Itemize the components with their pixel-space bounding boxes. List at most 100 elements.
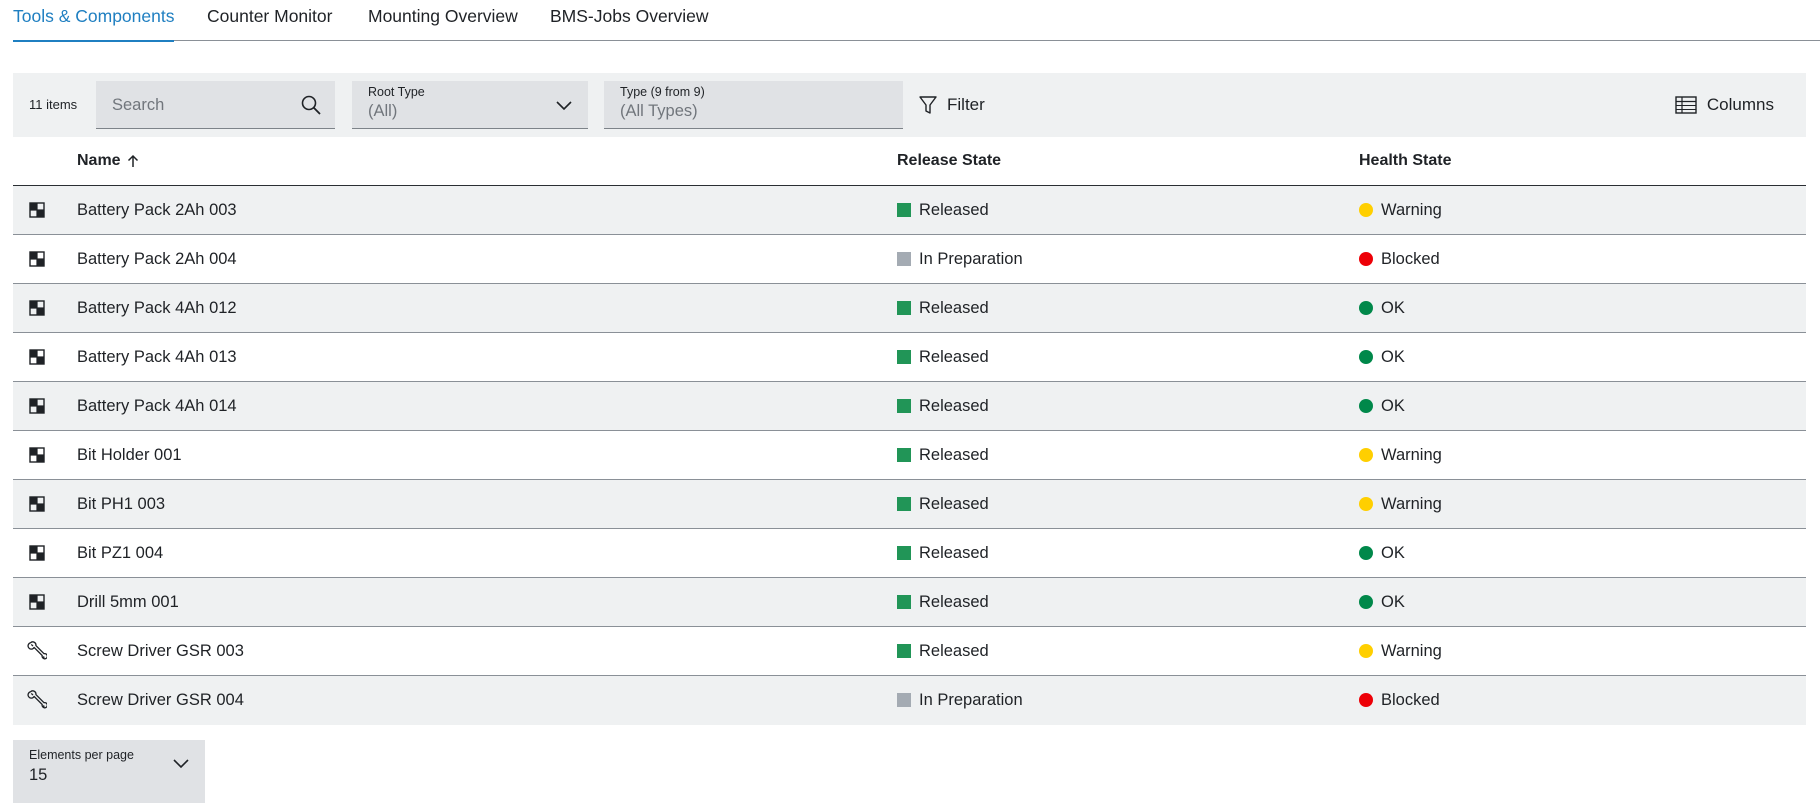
health-state: Blocked — [1359, 235, 1440, 283]
release-state: Released — [897, 382, 989, 430]
component-icon — [27, 235, 47, 283]
filter-button[interactable]: Filter — [919, 81, 985, 129]
row-name: Bit Holder 001 — [77, 445, 182, 464]
row-name: Screw Driver GSR 004 — [77, 690, 244, 709]
release-state: Released — [897, 480, 989, 528]
columns-button[interactable]: Columns — [1675, 81, 1774, 129]
health-state-label: OK — [1381, 347, 1405, 366]
release-state: Released — [897, 431, 989, 479]
table-row[interactable]: Bit Holder 001 Released Warning — [13, 431, 1806, 480]
root-type-value: (All) — [368, 102, 398, 120]
release-status-square-icon — [897, 546, 911, 560]
component-icon — [27, 578, 47, 626]
component-icon — [27, 382, 47, 430]
table-row[interactable]: Battery Pack 4Ah 012 Released OK — [13, 284, 1806, 333]
elements-per-page-value: 15 — [29, 766, 48, 784]
type-label: Type (9 from 9) — [620, 85, 705, 99]
release-state-label: Released — [919, 641, 989, 660]
health-state-label: Blocked — [1381, 249, 1440, 268]
release-state: Released — [897, 284, 989, 332]
root-type-select[interactable]: Root Type (All) — [352, 81, 588, 129]
health-status-dot-icon — [1359, 301, 1373, 315]
table-row[interactable]: Bit PZ1 004 Released OK — [13, 529, 1806, 578]
table-row[interactable]: Bit PH1 003 Released Warning — [13, 480, 1806, 529]
tab-bms-jobs-overview[interactable]: BMS-Jobs Overview — [550, 0, 709, 41]
table-row[interactable]: Drill 5mm 001 Released OK — [13, 578, 1806, 627]
elements-per-page-label: Elements per page — [29, 748, 134, 762]
chevron-down-icon — [173, 759, 189, 769]
table-toolbar: 11 items Search Root Type (All) Type (9 … — [13, 73, 1806, 137]
tab-mounting-overview[interactable]: Mounting Overview — [368, 0, 518, 41]
row-name: Bit PH1 003 — [77, 494, 166, 513]
wrench-icon — [27, 627, 47, 675]
component-icon — [27, 186, 47, 234]
health-state: OK — [1359, 529, 1405, 577]
release-status-square-icon — [897, 252, 911, 266]
column-header-name[interactable]: Name — [77, 152, 139, 170]
health-status-dot-icon — [1359, 350, 1373, 364]
health-state-label: OK — [1381, 592, 1405, 611]
filter-label: Filter — [947, 95, 985, 114]
search-input[interactable]: Search — [96, 81, 335, 129]
component-icon — [27, 431, 47, 479]
health-status-dot-icon — [1359, 644, 1373, 658]
health-state: OK — [1359, 333, 1405, 381]
health-state: Warning — [1359, 627, 1442, 675]
release-state-label: Released — [919, 298, 989, 317]
table-header: Name Release State Health State — [13, 137, 1806, 186]
component-icon — [27, 284, 47, 332]
release-state-label: Released — [919, 396, 989, 415]
tab-tools-components[interactable]: Tools & Components — [13, 0, 175, 42]
tab-counter-monitor[interactable]: Counter Monitor — [207, 0, 332, 41]
release-status-square-icon — [897, 644, 911, 658]
table-row[interactable]: Screw Driver GSR 003 Released Warning — [13, 627, 1806, 676]
type-select[interactable]: Type (9 from 9) (All Types) — [604, 81, 903, 129]
search-placeholder: Search — [112, 96, 165, 114]
table-body: Battery Pack 2Ah 003 Released Warning Batte… — [13, 186, 1806, 725]
health-state-label: OK — [1381, 298, 1405, 317]
type-value: (All Types) — [620, 102, 698, 120]
table-row[interactable]: Screw Driver GSR 004 In Preparation Blocke… — [13, 676, 1806, 725]
table-row[interactable]: Battery Pack 2Ah 003 Released Warning — [13, 186, 1806, 235]
health-state-label: Blocked — [1381, 690, 1440, 709]
health-state: Warning — [1359, 431, 1442, 479]
release-state-label: In Preparation — [919, 690, 1023, 709]
row-name: Bit PZ1 004 — [77, 543, 164, 562]
health-status-dot-icon — [1359, 448, 1373, 462]
release-state-label: Released — [919, 445, 989, 464]
health-state-label: OK — [1381, 543, 1405, 562]
release-state: Released — [897, 529, 989, 577]
elements-per-page-select[interactable]: Elements per page 15 — [13, 740, 205, 803]
release-status-square-icon — [897, 399, 911, 413]
row-name: Battery Pack 4Ah 012 — [77, 298, 237, 317]
release-state: Released — [897, 578, 989, 626]
release-state: Released — [897, 627, 989, 675]
tab-bar: Tools & Components Counter Monitor Mount… — [13, 0, 1820, 42]
health-status-dot-icon — [1359, 252, 1373, 266]
search-icon[interactable] — [299, 93, 323, 117]
table-row[interactable]: Battery Pack 2Ah 004 In Preparation Blocke… — [13, 235, 1806, 284]
health-status-dot-icon — [1359, 546, 1373, 560]
component-icon — [27, 480, 47, 528]
release-status-square-icon — [897, 203, 911, 217]
release-state-label: In Preparation — [919, 249, 1023, 268]
release-state-label: Released — [919, 347, 989, 366]
chevron-down-icon — [556, 101, 572, 111]
component-icon — [27, 333, 47, 381]
column-header-release-state[interactable]: Release State — [897, 152, 1001, 170]
table-row[interactable]: Battery Pack 4Ah 014 Released OK — [13, 382, 1806, 431]
table-row[interactable]: Battery Pack 4Ah 013 Released OK — [13, 333, 1806, 382]
columns-icon — [1675, 96, 1697, 114]
release-status-square-icon — [897, 350, 911, 364]
health-state-label: Warning — [1381, 445, 1442, 464]
release-state: Released — [897, 186, 989, 234]
component-icon — [27, 529, 47, 577]
release-status-square-icon — [897, 693, 911, 707]
row-name: Drill 5mm 001 — [77, 592, 179, 611]
release-state: Released — [897, 333, 989, 381]
health-state: Warning — [1359, 480, 1442, 528]
filter-icon — [919, 96, 937, 114]
health-state-label: OK — [1381, 396, 1405, 415]
release-status-square-icon — [897, 497, 911, 511]
column-header-health-state[interactable]: Health State — [1359, 152, 1451, 170]
